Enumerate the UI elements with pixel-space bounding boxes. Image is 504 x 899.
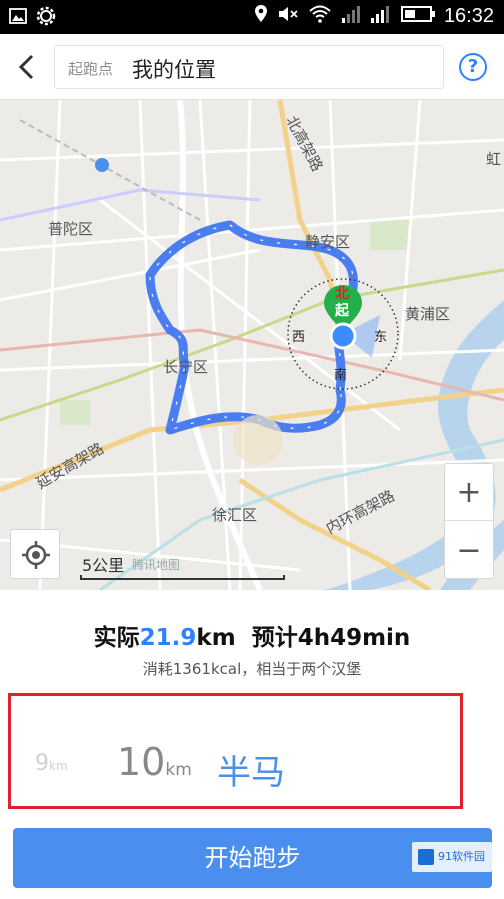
option-value: 9: [35, 751, 49, 776]
status-right-icons: 16:32: [254, 4, 494, 28]
map-label-jingan: 静安区: [305, 233, 351, 251]
park-area: [60, 400, 90, 425]
train-station-icon: [95, 158, 109, 172]
status-time: 16:32: [443, 4, 494, 27]
map-label-putuo: 普陀区: [48, 220, 94, 238]
help-button[interactable]: ?: [459, 53, 487, 81]
wifi-icon: [308, 4, 332, 28]
top-bar: 起跑点 我的位置 ?: [0, 34, 504, 100]
actual-distance-value: 21.9: [139, 625, 197, 651]
actual-distance-unit: km: [196, 625, 236, 651]
start-marker-label: 起: [335, 303, 349, 319]
map-label-huangpu: 黄浦区: [405, 305, 451, 323]
option-unit: km: [165, 760, 192, 780]
distance-summary: 实际21.9km 预计4h49min: [0, 618, 504, 652]
option-value: 10: [117, 740, 166, 784]
map-scale-label: 5公里: [82, 556, 125, 575]
zoom-in-button[interactable]: +: [445, 464, 493, 521]
estimate-time-value: 4h49min: [297, 625, 411, 651]
estimate-label: 预计: [251, 625, 298, 651]
map-label-hong: 虹: [486, 150, 502, 168]
distance-picker[interactable]: 9km 10km 半马: [8, 693, 463, 809]
watermark-text: 91软件园: [438, 850, 485, 863]
zoom-controls: + −: [444, 463, 494, 579]
signal-2-icon: [370, 4, 392, 28]
crosshair-icon: [22, 541, 50, 569]
compass-south: 南: [334, 368, 348, 383]
calorie-summary: 消耗1361kcal，相当于两个汉堡: [142, 660, 362, 678]
park-area: [370, 220, 410, 250]
mascot-watermark: [233, 415, 283, 465]
location-pin-icon: [254, 4, 268, 28]
battery-icon: [400, 5, 435, 27]
chevron-left-icon: [18, 54, 34, 80]
signal-1-icon: [341, 4, 361, 28]
zoom-out-button[interactable]: −: [445, 522, 493, 579]
distance-option-9km[interactable]: 9km: [35, 751, 68, 776]
distance-option-half-marathon[interactable]: 半马: [217, 745, 285, 794]
distance-option-10km[interactable]: 10km: [117, 740, 192, 784]
locate-button[interactable]: [10, 529, 60, 579]
current-location-dot: [329, 322, 357, 350]
status-left-icons: [8, 6, 56, 30]
start-point-label: 起跑点: [68, 60, 114, 78]
map-provider-logo: 腾讯地图: [132, 558, 181, 572]
watermark-logo-icon: [418, 849, 434, 865]
mute-icon: [277, 4, 299, 28]
status-bar: 16:32: [0, 0, 504, 34]
start-point-field[interactable]: 起跑点 我的位置: [54, 45, 444, 89]
option-unit: km: [49, 759, 68, 773]
compass-east: 东: [374, 330, 388, 345]
back-button[interactable]: [10, 48, 44, 86]
route-map[interactable]: 普陀区 静安区 黄浦区 长宁区 徐汇区 延安高架路 内环高架路 北高架路 虹 北…: [0, 100, 504, 590]
compass-west: 西: [292, 330, 306, 345]
map-label-xuhui: 徐汇区: [212, 506, 258, 524]
site-watermark: 91软件园: [412, 842, 492, 872]
image-notification-icon: [8, 6, 28, 30]
start-point-value: 我的位置: [132, 58, 216, 82]
settings-gear-icon: [36, 6, 56, 30]
map-scale-bar: [80, 575, 285, 580]
map-label-changning: 长宁区: [163, 358, 209, 376]
actual-label: 实际: [93, 625, 140, 651]
